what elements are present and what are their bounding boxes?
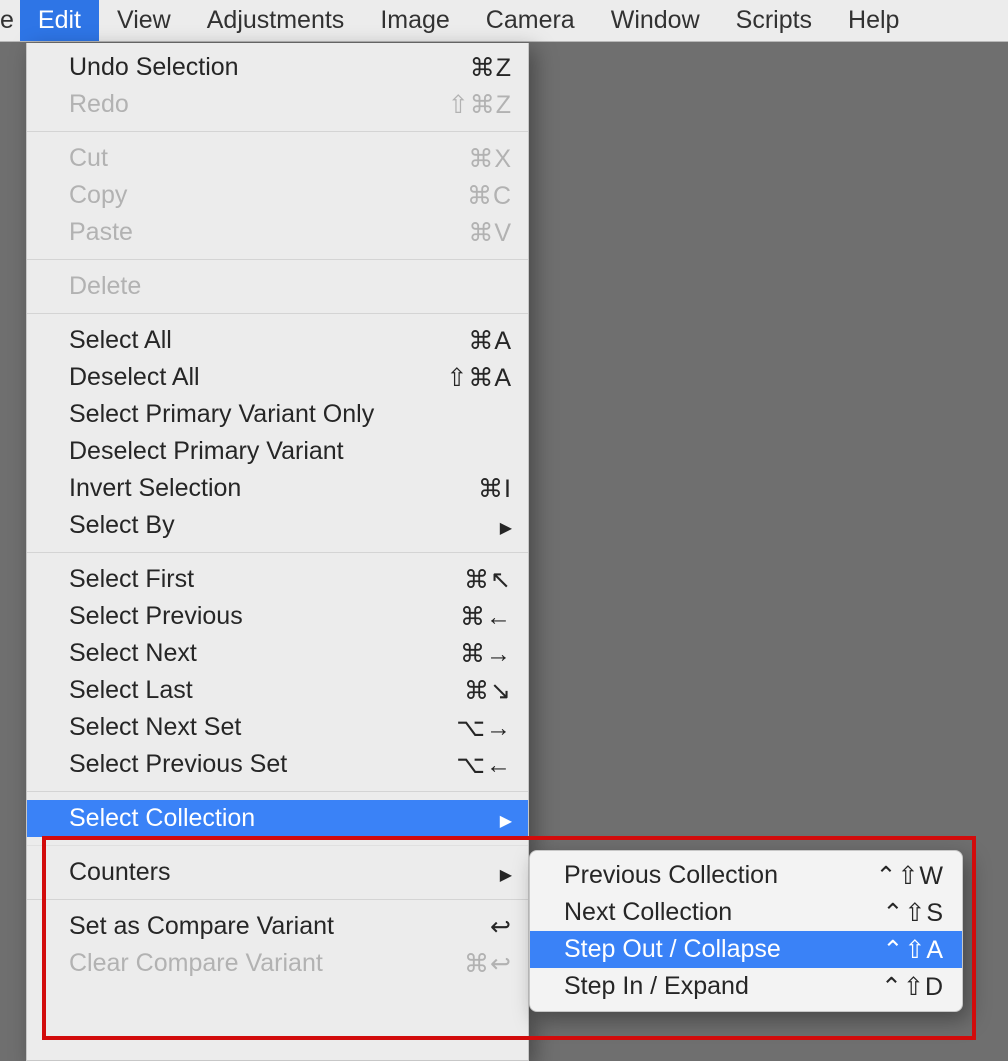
menu-shortcut: ⌘X — [422, 144, 512, 174]
menu-set-as-compare-variant[interactable]: Set as Compare Variant ↩ — [27, 908, 528, 945]
menu-separator — [27, 791, 528, 792]
submenu-arrow-icon — [492, 858, 512, 887]
menu-separator — [27, 845, 528, 846]
menu-select-previous-set[interactable]: Select Previous Set ⌥← — [27, 746, 528, 783]
menu-separator — [27, 259, 528, 260]
menu-shortcut: ⌘I — [422, 474, 512, 504]
menu-shortcut: ⌘← — [422, 602, 512, 632]
menu-separator — [27, 313, 528, 314]
menubar-item-camera[interactable]: Camera — [468, 0, 593, 41]
menu-shortcut: ⌃⇧A — [854, 935, 944, 965]
menu-shortcut: ⇧⌘A — [422, 363, 512, 393]
select-collection-submenu: Previous Collection ⌃⇧W Next Collection … — [529, 850, 963, 1012]
menu-label: Select Previous Set — [69, 750, 410, 779]
menu-shortcut: ⌘V — [422, 218, 512, 248]
menu-label: Next Collection — [564, 898, 842, 927]
submenu-arrow-icon — [492, 511, 512, 540]
menu-shortcut: ⌥→ — [422, 713, 512, 743]
menu-invert-selection[interactable]: Invert Selection ⌘I — [27, 470, 528, 507]
menu-label: Counters — [69, 858, 480, 887]
menubar-item-view[interactable]: View — [99, 0, 189, 41]
menu-label: Delete — [69, 272, 410, 301]
menubar-item-scripts[interactable]: Scripts — [718, 0, 830, 41]
menu-select-first[interactable]: Select First ⌘↖ — [27, 561, 528, 598]
menu-shortcut: ↩ — [422, 912, 512, 942]
menu-shortcut: ⇧⌘Z — [422, 90, 512, 120]
menu-label: Cut — [69, 144, 410, 173]
menu-select-primary-variant-only[interactable]: Select Primary Variant Only — [27, 396, 528, 433]
menu-label: Select By — [69, 511, 480, 540]
menu-shortcut: ⌥← — [422, 750, 512, 780]
menubar: e Edit View Adjustments Image Camera Win… — [0, 0, 1008, 42]
menubar-item-edit[interactable]: Edit — [20, 0, 99, 41]
menubar-item-image[interactable]: Image — [362, 0, 467, 41]
menu-label: Deselect Primary Variant — [69, 437, 410, 466]
menu-shortcut: ⌃⇧D — [854, 972, 944, 1002]
menu-counters[interactable]: Counters — [27, 854, 528, 891]
menu-shortcut: ⌃⇧S — [854, 898, 944, 928]
menu-label: Select First — [69, 565, 410, 594]
menu-separator — [27, 131, 528, 132]
menu-shortcut: ⌘↖ — [422, 565, 512, 595]
menu-shortcut: ⌘Z — [422, 53, 512, 83]
menu-label: Previous Collection — [564, 861, 842, 890]
menu-shortcut: ⌘→ — [422, 639, 512, 669]
menu-shortcut: ⌃⇧W — [854, 861, 944, 891]
submenu-previous-collection[interactable]: Previous Collection ⌃⇧W — [530, 857, 962, 894]
menu-paste: Paste ⌘V — [27, 214, 528, 251]
menu-label: Select Last — [69, 676, 410, 705]
menu-label: Clear Compare Variant — [69, 949, 410, 978]
menu-shortcut: ⌘↩ — [422, 949, 512, 979]
menubar-item-adjustments[interactable]: Adjustments — [189, 0, 363, 41]
menubar-item-help[interactable]: Help — [830, 0, 917, 41]
menubar-item-partial[interactable]: e — [0, 0, 20, 41]
submenu-arrow-icon — [492, 804, 512, 833]
menu-label: Paste — [69, 218, 410, 247]
menu-select-next-set[interactable]: Select Next Set ⌥→ — [27, 709, 528, 746]
menu-label: Step In / Expand — [564, 972, 842, 1001]
menu-select-previous[interactable]: Select Previous ⌘← — [27, 598, 528, 635]
menu-shortcut: ⌘C — [422, 181, 512, 211]
menu-label: Deselect All — [69, 363, 410, 392]
menu-label: Select Previous — [69, 602, 410, 631]
submenu-step-in-expand[interactable]: Step In / Expand ⌃⇧D — [530, 968, 962, 1005]
menu-label: Select Collection — [69, 804, 480, 833]
menubar-item-window[interactable]: Window — [593, 0, 718, 41]
menu-label: Select Next — [69, 639, 410, 668]
menu-select-all[interactable]: Select All ⌘A — [27, 322, 528, 359]
menu-copy: Copy ⌘C — [27, 177, 528, 214]
menu-deselect-all[interactable]: Deselect All ⇧⌘A — [27, 359, 528, 396]
menu-deselect-primary-variant[interactable]: Deselect Primary Variant — [27, 433, 528, 470]
menu-shortcut: ⌘↘ — [422, 676, 512, 706]
menu-label: Select Next Set — [69, 713, 410, 742]
menu-clear-compare-variant: Clear Compare Variant ⌘↩ — [27, 945, 528, 982]
menu-redo: Redo ⇧⌘Z — [27, 86, 528, 123]
menu-select-next[interactable]: Select Next ⌘→ — [27, 635, 528, 672]
menu-label: Undo Selection — [69, 53, 410, 82]
menu-separator — [27, 899, 528, 900]
submenu-next-collection[interactable]: Next Collection ⌃⇧S — [530, 894, 962, 931]
menu-select-collection[interactable]: Select Collection — [27, 800, 528, 837]
menu-separator — [27, 552, 528, 553]
menu-select-last[interactable]: Select Last ⌘↘ — [27, 672, 528, 709]
menu-shortcut: ⌘A — [422, 326, 512, 356]
menu-label: Step Out / Collapse — [564, 935, 842, 964]
menu-select-by[interactable]: Select By — [27, 507, 528, 544]
menu-delete: Delete — [27, 268, 528, 305]
menu-label: Set as Compare Variant — [69, 912, 410, 941]
menu-undo-selection[interactable]: Undo Selection ⌘Z — [27, 49, 528, 86]
menu-label: Invert Selection — [69, 474, 410, 503]
submenu-step-out-collapse[interactable]: Step Out / Collapse ⌃⇧A — [530, 931, 962, 968]
menu-cut: Cut ⌘X — [27, 140, 528, 177]
menu-label: Select Primary Variant Only — [69, 400, 410, 429]
edit-dropdown: Undo Selection ⌘Z Redo ⇧⌘Z Cut ⌘X Copy ⌘… — [26, 43, 529, 1061]
menu-label: Select All — [69, 326, 410, 355]
menu-label: Copy — [69, 181, 410, 210]
menu-label: Redo — [69, 90, 410, 119]
